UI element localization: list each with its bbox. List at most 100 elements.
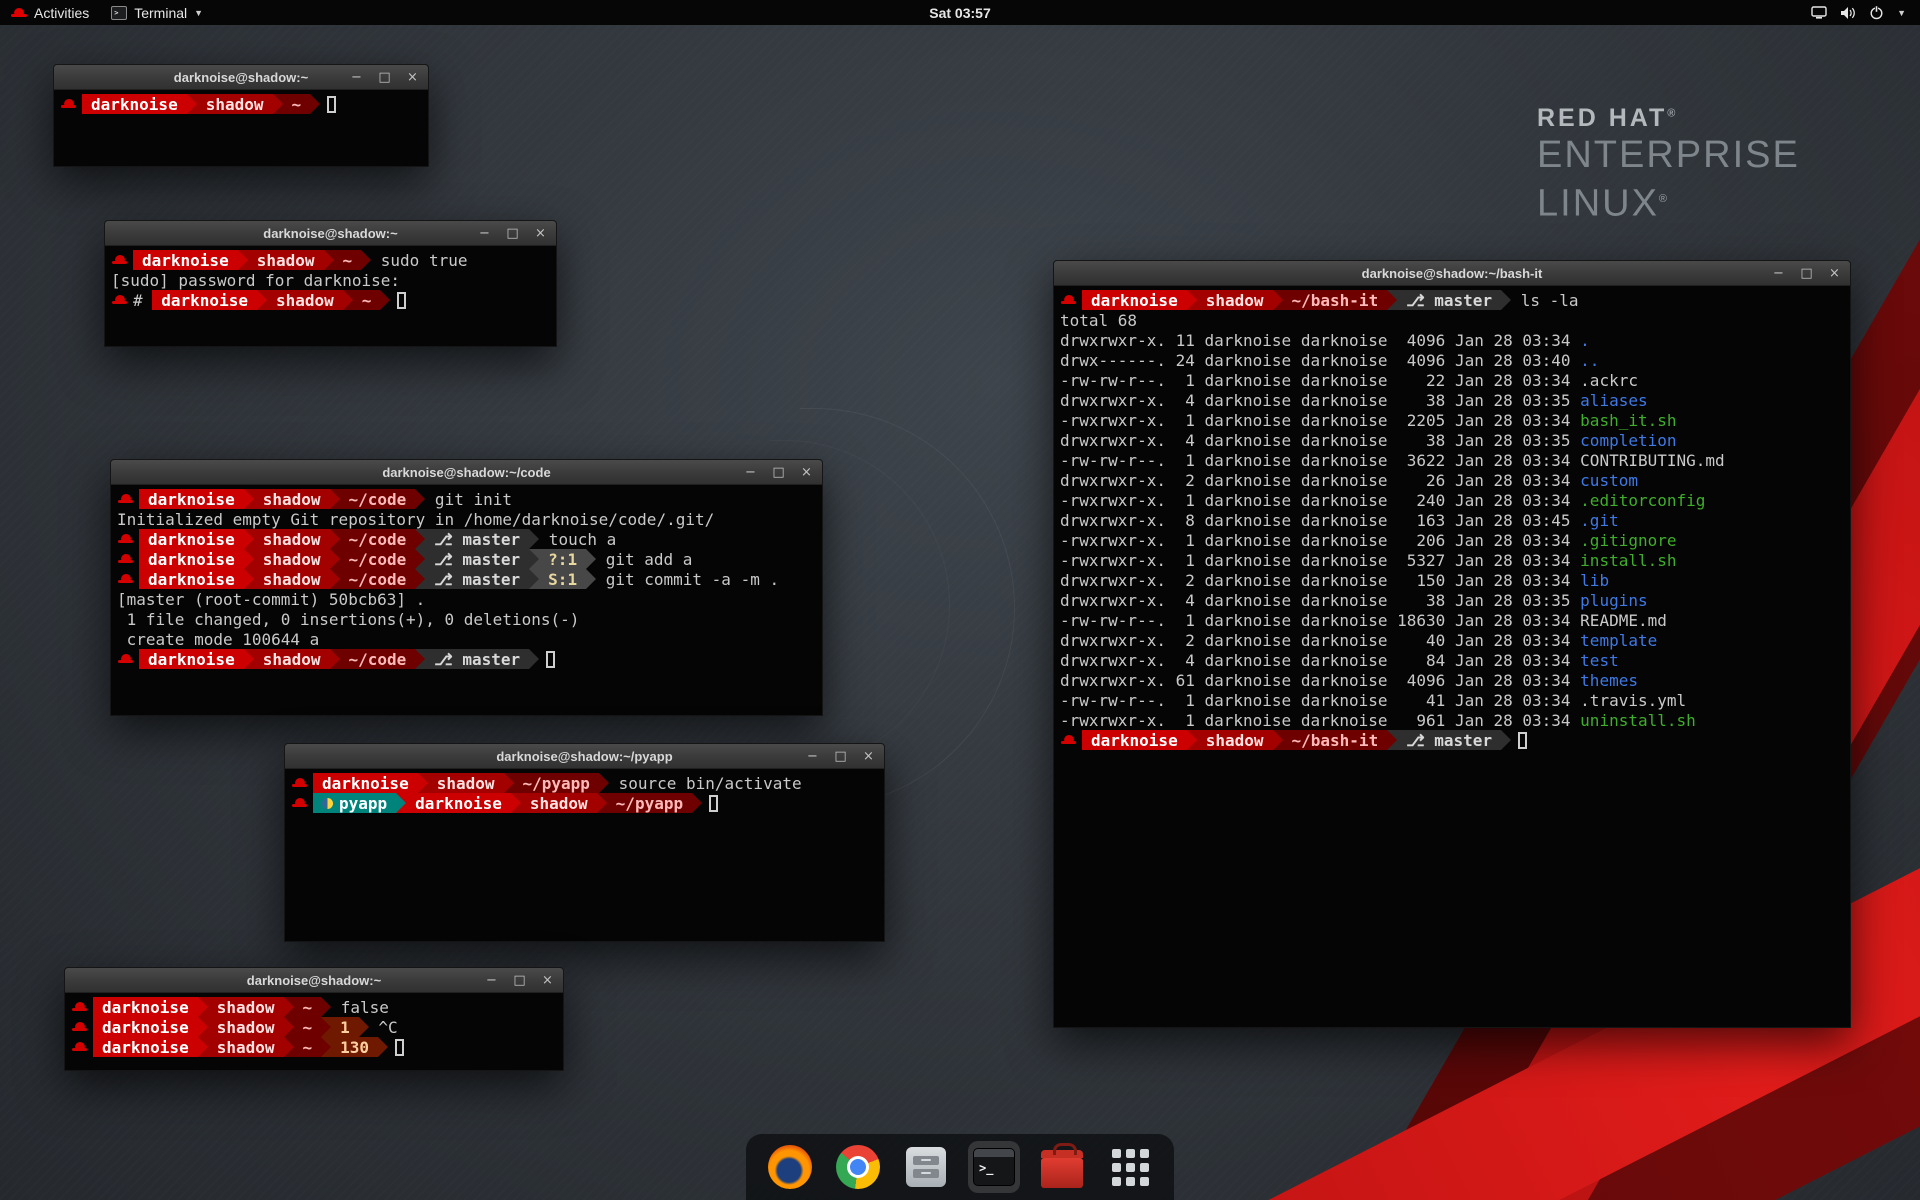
terminal-line: darknoiseshadow~/code git init bbox=[117, 489, 816, 509]
terminal-text: uninstall.sh bbox=[1580, 711, 1696, 730]
terminal-text: total 68 bbox=[1060, 311, 1137, 330]
close-button[interactable]: × bbox=[541, 974, 554, 987]
powerline-arrow bbox=[244, 489, 254, 509]
terminal-line: darknoiseshadow~/bash-it⎇ master ls -la bbox=[1060, 290, 1844, 310]
terminal-window-home-1: darknoise@shadow:~ − □ × darknoiseshadow… bbox=[53, 64, 429, 167]
volume-icon bbox=[1840, 6, 1856, 20]
terminal-content[interactable]: darknoiseshadow~/bash-it⎇ master ls -lat… bbox=[1054, 286, 1850, 754]
redhat-prompt-icon bbox=[118, 572, 134, 586]
powerline-arrow bbox=[599, 773, 609, 793]
rhel-branding: RED HAT® ENTERPRISE LINUX® bbox=[1537, 104, 1800, 226]
terminal-line: Initialized empty Git repository in /hom… bbox=[117, 509, 816, 529]
close-button[interactable]: × bbox=[800, 466, 813, 479]
maximize-button[interactable]: □ bbox=[506, 227, 519, 240]
terminal-content[interactable]: darknoiseshadow~ bbox=[54, 90, 428, 118]
redhat-prompt-icon bbox=[72, 1040, 88, 1054]
prompt-segment: ~/code bbox=[340, 489, 416, 509]
terminal-window-pyapp: darknoise@shadow:~/pyapp − □ × darknoise… bbox=[284, 743, 885, 942]
prompt-segment: darknoise bbox=[1082, 730, 1187, 750]
powerline-arrow bbox=[324, 250, 334, 270]
close-button[interactable]: × bbox=[862, 750, 875, 763]
close-button[interactable]: × bbox=[406, 71, 419, 84]
terminal-line: darknoiseshadow~/pyapp source bin/activa… bbox=[291, 773, 878, 793]
dock-item-chrome[interactable] bbox=[832, 1141, 884, 1193]
redhat-prompt-icon bbox=[118, 492, 134, 506]
prompt-segment: ~/code bbox=[340, 569, 416, 589]
terminal-content[interactable]: darknoiseshadow~/pyapp source bin/activa… bbox=[285, 769, 884, 817]
powerline-arrow bbox=[529, 549, 539, 569]
terminal-text: drwxrwxr-x. 4 darknoise darknoise 38 Jan… bbox=[1060, 391, 1580, 410]
minimize-button[interactable]: − bbox=[478, 227, 491, 240]
prompt-segment: shadow bbox=[428, 773, 504, 793]
terminal-line: darknoiseshadow~/code⎇ master?:1 git add… bbox=[117, 549, 816, 569]
prompt-segment: pyapp bbox=[313, 793, 396, 813]
terminal-text: .gitignore bbox=[1580, 531, 1676, 550]
terminal-text: CONTRIBUTING.md bbox=[1580, 451, 1725, 470]
terminal-line: 1 file changed, 0 insertions(+), 0 delet… bbox=[117, 609, 816, 629]
terminal-text: aliases bbox=[1580, 391, 1647, 410]
prompt-segment: ~ bbox=[294, 1037, 322, 1057]
terminal-content[interactable]: darknoiseshadow~ falsedarknoiseshadow~1 … bbox=[65, 993, 563, 1061]
dock-item-toolbox[interactable] bbox=[1036, 1141, 1088, 1193]
window-titlebar[interactable]: darknoise@shadow:~ − □ × bbox=[105, 221, 556, 246]
terminal-text: drwxrwxr-x. 61 darknoise darknoise 4096 … bbox=[1060, 671, 1580, 690]
prompt-segment: ⎇ master bbox=[425, 549, 529, 569]
terminal-text: drwxrwxr-x. 8 darknoise darknoise 163 Ja… bbox=[1060, 511, 1580, 530]
powerline-arrow bbox=[396, 793, 406, 813]
system-status-area[interactable]: ▼ bbox=[1797, 5, 1920, 20]
maximize-button[interactable]: □ bbox=[772, 466, 785, 479]
window-titlebar[interactable]: darknoise@shadow:~ − □ × bbox=[54, 65, 428, 90]
maximize-button[interactable]: □ bbox=[378, 71, 391, 84]
maximize-button[interactable]: □ bbox=[513, 974, 526, 987]
prompt-segment: shadow bbox=[254, 529, 330, 549]
close-button[interactable]: × bbox=[534, 227, 547, 240]
minimize-button[interactable]: − bbox=[806, 750, 819, 763]
window-titlebar[interactable]: darknoise@shadow:~/bash-it − □ × bbox=[1054, 261, 1850, 286]
powerline-arrow bbox=[187, 94, 197, 114]
app-menu-terminal[interactable]: > Terminal ▼ bbox=[100, 0, 214, 25]
powerline-arrow bbox=[1273, 290, 1283, 310]
activities-button[interactable]: Activities bbox=[0, 0, 100, 25]
window-title: darknoise@shadow:~ bbox=[174, 70, 308, 85]
window-titlebar[interactable]: darknoise@shadow:~/code − □ × bbox=[111, 460, 822, 485]
prompt-segment: darknoise bbox=[93, 997, 198, 1017]
minimize-button[interactable]: − bbox=[1772, 267, 1785, 280]
terminal-line: drwxrwxr-x. 11 darknoise darknoise 4096 … bbox=[1060, 330, 1844, 350]
powerline-arrow bbox=[415, 649, 425, 669]
window-titlebar[interactable]: darknoise@shadow:~ − □ × bbox=[65, 968, 563, 993]
terminal-line: darknoiseshadow~1 ^C bbox=[71, 1017, 557, 1037]
powerline-arrow bbox=[321, 1017, 331, 1037]
maximize-button[interactable]: □ bbox=[834, 750, 847, 763]
maximize-button[interactable]: □ bbox=[1800, 267, 1813, 280]
terminal-cursor bbox=[395, 1039, 404, 1056]
terminal-text: .editorconfig bbox=[1580, 491, 1705, 510]
minimize-button[interactable]: − bbox=[350, 71, 363, 84]
close-button[interactable]: × bbox=[1828, 267, 1841, 280]
prompt-segment: darknoise bbox=[152, 290, 257, 310]
chevron-down-icon: ▼ bbox=[194, 8, 203, 18]
dock-item-files[interactable] bbox=[900, 1141, 952, 1193]
terminal-text: .. bbox=[1580, 351, 1599, 370]
window-title: darknoise@shadow:~/bash-it bbox=[1362, 266, 1543, 281]
terminal-content[interactable]: darknoiseshadow~ sudo true[sudo] passwor… bbox=[105, 246, 556, 314]
minimize-button[interactable]: − bbox=[485, 974, 498, 987]
prompt-segment: darknoise bbox=[93, 1017, 198, 1037]
powerline-arrow bbox=[198, 1017, 208, 1037]
dock-item-app-grid[interactable] bbox=[1104, 1141, 1156, 1193]
terminal-line: drwxrwxr-x. 4 darknoise darknoise 38 Jan… bbox=[1060, 430, 1844, 450]
terminal-text: -rwxrwxr-x. 1 darknoise darknoise 206 Ja… bbox=[1060, 531, 1580, 550]
window-titlebar[interactable]: darknoise@shadow:~/pyapp − □ × bbox=[285, 744, 884, 769]
powerline-arrow bbox=[330, 569, 340, 589]
terminal-content[interactable]: darknoiseshadow~/code git initInitialize… bbox=[111, 485, 822, 673]
terminal-line: -rw-rw-r--. 1 darknoise darknoise 18630 … bbox=[1060, 610, 1844, 630]
dock-item-firefox[interactable] bbox=[764, 1141, 816, 1193]
powerline-arrow bbox=[257, 290, 267, 310]
terminal-text: [master (root-commit) 50bcb63] . bbox=[117, 590, 425, 609]
dock-item-terminal[interactable]: >_ bbox=[968, 1141, 1020, 1193]
redhat-prompt-icon bbox=[292, 776, 308, 790]
prompt-segment: ~/code bbox=[340, 529, 416, 549]
clock[interactable]: Sat 03:57 bbox=[929, 5, 990, 21]
window-title: darknoise@shadow:~ bbox=[263, 226, 397, 241]
terminal-window-sudo: darknoise@shadow:~ − □ × darknoiseshadow… bbox=[104, 220, 557, 347]
minimize-button[interactable]: − bbox=[744, 466, 757, 479]
